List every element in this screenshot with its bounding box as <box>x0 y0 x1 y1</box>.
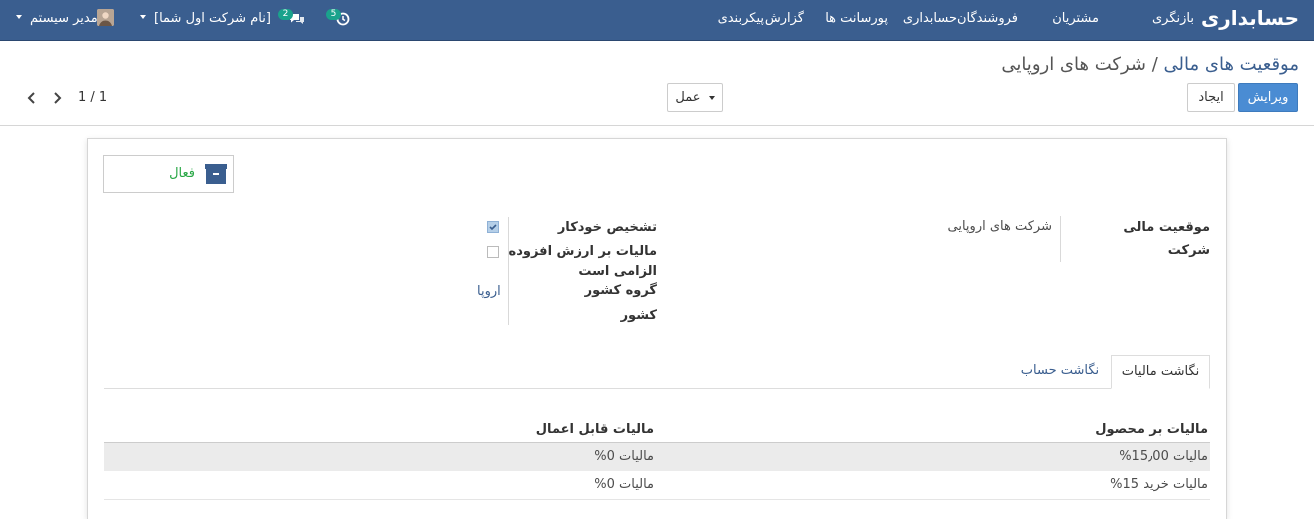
user-menu[interactable]: مدیر سیستم <box>30 11 98 26</box>
column-header-applied-tax[interactable]: مالیات قابل اعمال <box>536 422 654 437</box>
menu-item-vendors[interactable]: فروشندگان <box>957 11 1018 26</box>
action-label: عمل <box>675 90 701 105</box>
breadcrumb: موقعیت های مالی / شرکت های اروپایی <box>1001 54 1299 75</box>
breadcrumb-separator: / <box>1151 54 1158 75</box>
action-dropdown[interactable]: عمل <box>667 83 723 112</box>
create-button[interactable]: ایجاد <box>1187 83 1235 112</box>
tab-tax-mapping[interactable]: نگاشت مالیات <box>1111 355 1210 389</box>
menu-item-accounting[interactable]: حسابداری <box>903 11 957 26</box>
active-status-label: فعال <box>169 166 195 181</box>
country-group-value[interactable]: اروپا <box>477 284 501 299</box>
menu-item-reports[interactable]: گزارش <box>765 11 804 26</box>
messages-count-badge: 2 <box>278 9 293 20</box>
company-caret-icon[interactable] <box>140 15 146 19</box>
menu-item-configuration[interactable]: پیکربندی <box>718 11 764 26</box>
menu-item-commissions[interactable]: پورسانت ها <box>825 11 888 26</box>
pager-value[interactable]: 1 / 1 <box>78 90 107 105</box>
top-navbar: حسابداری بازنگری مشتریان فروشندگان حسابد… <box>0 0 1314 41</box>
vat-required-label-line1: مالیات بر ارزش افزوده <box>508 244 657 259</box>
control-panel-divider <box>0 125 1314 126</box>
breadcrumb-parent[interactable]: موقعیت های مالی <box>1164 54 1299 75</box>
vat-required-label-line2: الزامی است <box>578 264 657 279</box>
fiscal-position-value: شرکت های اروپایی <box>947 219 1052 234</box>
table-row[interactable]: مالیات خرید 15% مالیات 0% <box>104 471 1210 500</box>
country-group-label: گروه کشور <box>584 283 657 298</box>
cell-applied-tax: مالیات 0% <box>594 477 654 492</box>
vat-required-checkbox[interactable] <box>487 246 499 258</box>
auto-detect-checkbox[interactable] <box>487 221 499 233</box>
company-label: شرکت <box>1167 243 1210 258</box>
pager-previous-icon[interactable] <box>26 91 38 105</box>
fiscal-position-label: موقعیت مالی <box>1123 220 1210 235</box>
menu-item-review[interactable]: بازنگری <box>1152 11 1194 26</box>
tab-account-mapping[interactable]: نگاشت حساب <box>1014 355 1106 389</box>
company-switcher[interactable]: [نام شرکت اول شما] <box>154 11 271 26</box>
menu-item-customers[interactable]: مشتریان <box>1052 11 1099 26</box>
cell-product-tax: مالیات خرید 15% <box>1110 477 1208 492</box>
column-header-product-tax[interactable]: مالیات بر محصول <box>1095 422 1208 437</box>
action-caret-icon <box>708 95 715 100</box>
field-divider <box>1060 216 1061 262</box>
active-toggle-button[interactable]: فعال <box>103 155 234 193</box>
cell-applied-tax: مالیات 0% <box>594 449 654 464</box>
activity-count-badge: 5 <box>326 9 341 20</box>
auto-detect-label: تشخیص خودکار <box>557 220 657 235</box>
field-divider-2 <box>508 217 509 325</box>
user-caret-icon[interactable] <box>16 15 22 19</box>
breadcrumb-current: شرکت های اروپایی <box>1001 54 1146 75</box>
user-avatar[interactable] <box>97 9 114 26</box>
cell-product-tax: مالیات 15٫00% <box>1119 449 1208 464</box>
edit-button[interactable]: ویرایش <box>1238 83 1298 112</box>
app-title[interactable]: حسابداری <box>1201 6 1299 30</box>
pager-next-icon[interactable] <box>51 91 63 105</box>
country-label: کشور <box>620 308 657 323</box>
table-row[interactable]: مالیات 15٫00% مالیات 0% <box>104 443 1210 471</box>
archive-icon <box>205 164 227 184</box>
